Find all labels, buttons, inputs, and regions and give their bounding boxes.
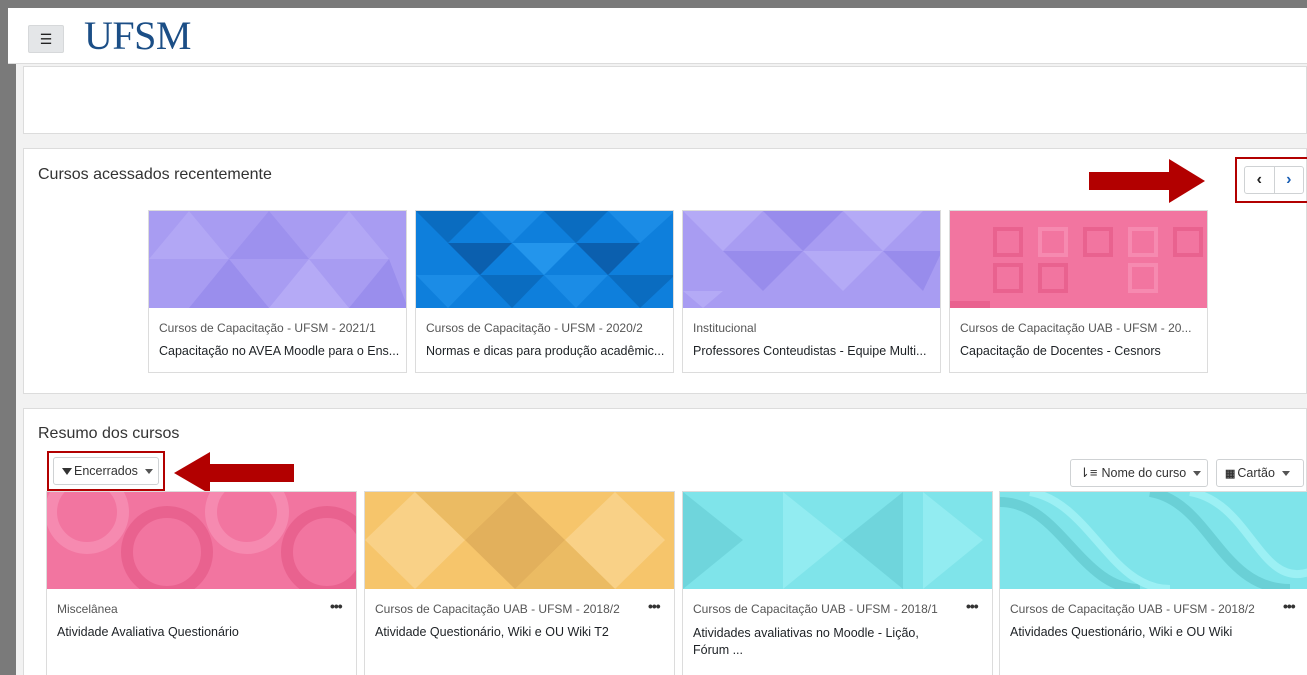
- course-category: Cursos de Capacitação UAB - UFSM - 20...: [960, 321, 1192, 335]
- course-image: [365, 492, 674, 589]
- filter-dropdown[interactable]: Encerrados: [53, 457, 159, 485]
- more-options-icon[interactable]: •••: [330, 598, 343, 614]
- course-name[interactable]: Atividade Avaliativa Questionário: [57, 625, 347, 639]
- navbar: ☰ UFSM: [8, 8, 1307, 64]
- course-category: Cursos de Capacitação UAB - UFSM - 2018/…: [693, 602, 938, 616]
- course-category: Cursos de Capacitação UAB - UFSM - 2018/…: [375, 602, 620, 616]
- chevron-down-icon: [1193, 470, 1202, 476]
- filter-label: Encerrados: [74, 464, 138, 478]
- empty-block: [23, 66, 1307, 134]
- filter-icon: [62, 467, 72, 475]
- course-image: [950, 211, 1207, 308]
- course-name[interactable]: Atividades Questionário, Wiki e OU Wiki: [1010, 625, 1300, 639]
- annotation-arrow-left-icon: [174, 452, 294, 494]
- course-name[interactable]: Atividades avaliativas no Moodle - Lição…: [693, 625, 943, 659]
- left-border: [8, 64, 16, 675]
- view-dropdown[interactable]: ▦ Cartão: [1216, 459, 1304, 487]
- annotation-arrow-right-icon: [1089, 159, 1205, 203]
- course-overview-title: Resumo dos cursos: [38, 425, 180, 442]
- recent-course-card[interactable]: Institucional Professores Conteudistas -…: [682, 210, 941, 373]
- pager-buttons: ‹ ›: [1244, 166, 1304, 194]
- course-category: Institucional: [693, 321, 757, 335]
- chevron-down-icon: [1281, 470, 1290, 476]
- course-category: Miscelânea: [57, 602, 118, 616]
- more-options-icon[interactable]: •••: [966, 598, 979, 614]
- chevron-down-icon: [144, 468, 153, 474]
- recent-courses-title: Cursos acessados recentemente: [38, 166, 272, 183]
- course-image: [149, 211, 406, 308]
- grid-icon: ▦: [1225, 467, 1235, 480]
- more-options-icon[interactable]: •••: [648, 598, 661, 614]
- carousel-pager: ‹ ›: [1235, 157, 1307, 203]
- course-name[interactable]: Capacitação no AVEA Moodle para o Ens...: [159, 344, 404, 358]
- course-card[interactable]: Miscelânea ••• Atividade Avaliativa Ques…: [46, 491, 357, 675]
- hamburger-menu-button[interactable]: ☰: [28, 25, 64, 53]
- recent-courses-block: Cursos acessados recentemente ‹ › Cursos…: [23, 148, 1307, 394]
- course-name[interactable]: Normas e dicas para produção acadêmic...: [426, 344, 671, 358]
- course-image: [47, 492, 356, 589]
- next-button[interactable]: ›: [1273, 167, 1304, 193]
- course-category: Cursos de Capacitação - UFSM - 2021/1: [159, 321, 376, 335]
- chevron-left-icon: ‹: [1256, 171, 1262, 188]
- page: ☰ UFSM Cursos acessados recentemente ‹ ›: [8, 8, 1307, 675]
- course-card[interactable]: Cursos de Capacitação UAB - UFSM - 2018/…: [364, 491, 675, 675]
- course-card[interactable]: Cursos de Capacitação UAB - UFSM - 2018/…: [682, 491, 993, 675]
- course-name[interactable]: Capacitação de Docentes - Cesnors: [960, 344, 1205, 358]
- view-label: Cartão: [1237, 466, 1275, 480]
- recent-course-card[interactable]: Cursos de Capacitação - UFSM - 2020/2 No…: [415, 210, 674, 373]
- course-card[interactable]: Cursos de Capacitação UAB - UFSM - 2018/…: [999, 491, 1307, 675]
- sort-label: Nome do curso: [1101, 466, 1187, 480]
- sort-dropdown[interactable]: ⇂≡ Nome do curso: [1070, 459, 1208, 487]
- course-category: Cursos de Capacitação - UFSM - 2020/2: [426, 321, 643, 335]
- course-image: [683, 211, 940, 308]
- course-image: [1000, 492, 1307, 589]
- sort-icon: ⇂≡: [1079, 465, 1098, 480]
- more-options-icon[interactable]: •••: [1283, 598, 1296, 614]
- menu-icon: ☰: [39, 30, 53, 47]
- course-name[interactable]: Atividade Questionário, Wiki e OU Wiki T…: [375, 625, 665, 639]
- chevron-right-icon: ›: [1286, 171, 1292, 188]
- course-image: [416, 211, 673, 308]
- recent-course-card[interactable]: Cursos de Capacitação - UFSM - 2021/1 Ca…: [148, 210, 407, 373]
- filter-highlight: Encerrados: [47, 451, 165, 491]
- recent-course-card[interactable]: Cursos de Capacitação UAB - UFSM - 20...…: [949, 210, 1208, 373]
- course-overview-block: Resumo dos cursos Encerrados ⇂≡ Nome do …: [23, 408, 1307, 675]
- previous-button[interactable]: ‹: [1245, 167, 1274, 193]
- course-category: Cursos de Capacitação UAB - UFSM - 2018/…: [1010, 602, 1255, 616]
- course-image: [683, 492, 992, 589]
- course-name[interactable]: Professores Conteudistas - Equipe Multi.…: [693, 344, 938, 358]
- site-logo[interactable]: UFSM: [84, 14, 191, 58]
